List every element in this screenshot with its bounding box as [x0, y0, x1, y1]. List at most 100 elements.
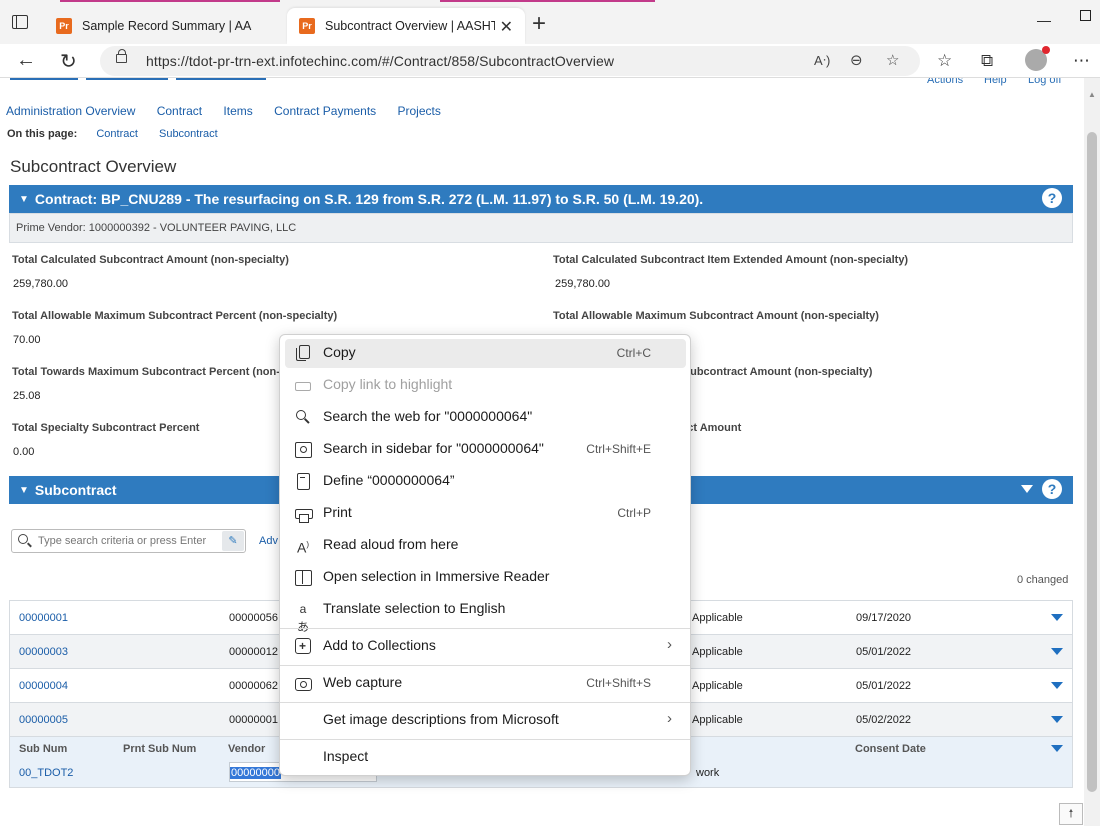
tab-group-stripe — [60, 0, 280, 2]
tab-group-stripe — [440, 0, 655, 2]
nav-administration-overview[interactable]: Administration Overview — [6, 104, 135, 118]
chevron-down-icon[interactable]: ▼ — [19, 194, 29, 205]
chevron-right-icon: › — [667, 710, 672, 727]
field-value: 259,780.00 — [555, 278, 611, 290]
menu-item-label: Search in sidebar for "0000000064" — [323, 440, 544, 456]
help-icon[interactable]: ? — [1042, 188, 1062, 208]
tab-title: Sample Record Summary | AASHTOWare — [82, 19, 252, 33]
menu-item-translate[interactable]: aあ Translate selection to English — [285, 595, 686, 634]
tab-sample-record[interactable]: Pr Sample Record Summary | AASHTOWare — [44, 8, 284, 44]
menu-item-define[interactable]: Define “0000000064” — [285, 467, 686, 496]
back-icon[interactable]: ← — [16, 49, 36, 72]
contract-title: Contract: BP_CNU289 - The resurfacing on… — [34, 191, 704, 207]
page-scrollbar[interactable]: ▲ — [1084, 78, 1100, 826]
sub-num-link[interactable]: 00000003 — [19, 646, 68, 658]
header-underline — [86, 78, 168, 80]
col-header-sub-num: Sub Num — [19, 743, 68, 755]
menu-item-label: Copy link to highlight — [323, 376, 453, 392]
immersive-reader-icon — [294, 568, 312, 586]
close-icon[interactable]: ✕ — [500, 17, 513, 37]
field-label: Total Specialty Subcontract Percent — [12, 422, 200, 434]
row-expand-icon[interactable] — [1051, 716, 1063, 723]
prime-vendor: Prime Vendor: 1000000392 - VOLUNTEER PAV… — [9, 213, 1073, 243]
url-text: https://tdot-pr-trn-ext.infotechinc.com/… — [146, 53, 615, 69]
define-icon — [294, 472, 312, 490]
nav-contract[interactable]: Contract — [157, 104, 202, 118]
refresh-icon[interactable]: ↻ — [60, 49, 77, 74]
read-aloud-icon[interactable]: Aᐧ) — [814, 53, 830, 69]
menu-item-search-sidebar[interactable]: Search in sidebar for "0000000064" Ctrl+… — [285, 435, 686, 464]
anchor-subcontract[interactable]: Subcontract — [159, 128, 218, 140]
nav-items[interactable]: Items — [223, 104, 252, 118]
on-this-page-nav: On this page: Contract Subcontract — [7, 128, 236, 140]
back-to-top-button[interactable]: 🠕 — [1059, 803, 1083, 825]
sub-num-link[interactable]: 00_TDOT2 — [19, 767, 73, 779]
contract-panel-header[interactable]: ▼ Contract: BP_CNU289 - The resurfacing … — [9, 185, 1073, 213]
menu-item-inspect[interactable]: Inspect — [285, 743, 686, 772]
menu-item-label: Open selection in Immersive Reader — [323, 568, 550, 584]
sub-num-link[interactable]: 00000004 — [19, 680, 68, 692]
menu-item-web-capture[interactable]: Web capture Ctrl+Shift+S — [285, 669, 686, 698]
help-link[interactable]: Help — [984, 78, 1007, 86]
consent-date-cell: 05/02/2022 — [856, 714, 912, 726]
field-label: Total Calculated Subcontract Item Extend… — [553, 254, 909, 266]
more-icon[interactable]: ⋯ — [1073, 51, 1090, 71]
menu-item-print[interactable]: Print Ctrl+P — [285, 499, 686, 528]
field-label: Total Calculated Subcontract Amount (non… — [12, 254, 289, 266]
col-header-consent-date: Consent Date — [855, 743, 926, 755]
row-collapse-icon[interactable] — [1051, 745, 1063, 752]
profile-icon[interactable] — [1025, 46, 1050, 71]
search-input[interactable]: Type search criteria or press Enter ✎ — [11, 529, 246, 553]
new-tab-icon[interactable]: + — [532, 10, 546, 38]
nav-contract-payments[interactable]: Contract Payments — [274, 104, 376, 118]
help-icon[interactable]: ? — [1042, 479, 1062, 499]
minimize-icon[interactable]: — — [1037, 12, 1051, 28]
status-cell: Applicable — [692, 646, 743, 658]
clear-search-icon[interactable]: ✎ — [222, 531, 244, 551]
menu-item-search-web[interactable]: Search the web for "0000000064" — [285, 403, 686, 432]
on-this-page-label: On this page: — [7, 128, 78, 140]
menu-item-copy[interactable]: Copy Ctrl+C — [285, 339, 686, 368]
anchor-contract[interactable]: Contract — [96, 128, 138, 140]
sub-num-link[interactable]: 00000001 — [19, 612, 68, 624]
search-icon — [18, 534, 28, 544]
tab-subcontract-overview[interactable]: Pr Subcontract Overview | AASHTOWare ✕ — [287, 8, 525, 44]
app-favicon-icon: Pr — [56, 18, 72, 34]
lock-icon[interactable] — [116, 49, 127, 63]
menu-item-image-descriptions[interactable]: Get image descriptions from Microsoft › — [285, 706, 686, 735]
menu-item-label: Print — [323, 504, 352, 520]
add-favorite-icon[interactable]: ☆ — [886, 51, 899, 69]
logoff-link[interactable]: Log off — [1028, 78, 1061, 86]
maximize-icon[interactable] — [1080, 10, 1091, 21]
row-expand-icon[interactable] — [1051, 648, 1063, 655]
actions-link[interactable]: Actions — [927, 78, 963, 86]
nav-projects[interactable]: Projects — [398, 104, 441, 118]
advanced-search-link[interactable]: Adv — [259, 535, 278, 547]
favorites-icon[interactable]: ☆ — [937, 51, 952, 71]
url-field[interactable]: https://tdot-pr-trn-ext.infotechinc.com/… — [100, 46, 920, 76]
zoom-icon[interactable]: ⊖ — [850, 51, 863, 69]
scroll-up-icon[interactable]: ▲ — [1088, 90, 1096, 99]
header-clipped: Actions Help Log off — [0, 78, 1084, 88]
main-nav: Administration Overview Contract Items C… — [6, 104, 459, 118]
menu-item-add-collections[interactable]: Add to Collections › — [285, 632, 686, 661]
menu-item-label: Copy — [323, 344, 356, 360]
menu-item-label: Get image descriptions from Microsoft — [323, 711, 559, 727]
consent-date-cell: 05/01/2022 — [856, 680, 912, 692]
translate-icon: aあ — [296, 602, 309, 634]
tab-actions-icon[interactable] — [12, 15, 28, 29]
status-cell: Applicable — [692, 680, 743, 692]
vendor-cell: 00000012 — [229, 646, 278, 658]
status-cell: Applicable — [692, 714, 743, 726]
collapse-icon[interactable] — [1021, 485, 1033, 493]
menu-item-read-aloud[interactable]: A) Read aloud from here — [285, 531, 686, 560]
row-expand-icon[interactable] — [1051, 682, 1063, 689]
sub-num-link[interactable]: 00000005 — [19, 714, 68, 726]
row-expand-icon[interactable] — [1051, 614, 1063, 621]
scrollbar-thumb[interactable] — [1087, 132, 1097, 792]
menu-item-immersive-reader[interactable]: Open selection in Immersive Reader — [285, 563, 686, 592]
collections-icon[interactable]: ⧉ — [981, 51, 993, 71]
menu-item-copy-link-highlight: Copy link to highlight — [285, 371, 686, 400]
col-header-prnt-sub-num: Prnt Sub Num — [123, 743, 197, 755]
chevron-down-icon[interactable]: ▼ — [19, 485, 29, 496]
